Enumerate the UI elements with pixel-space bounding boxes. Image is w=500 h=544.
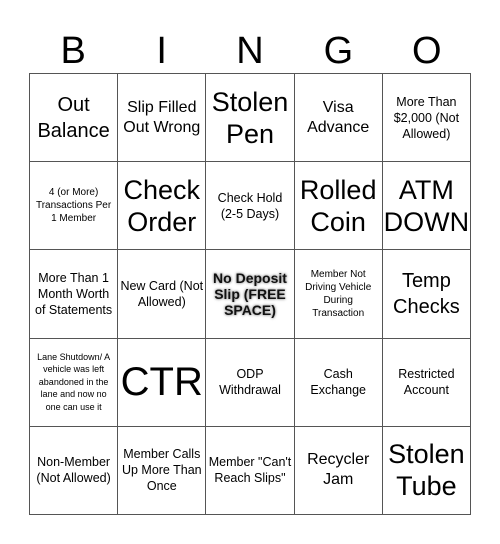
bingo-header: B I N G O [29,30,471,72]
free-space-cell[interactable]: No Deposit Slip (FREE SPACE) [206,250,295,339]
bingo-cell[interactable]: Check Order [118,162,207,251]
bingo-cell[interactable]: Rolled Coin [294,162,383,251]
header-letter-o: O [412,30,442,72]
bingo-cell[interactable]: Stolen Pen [206,74,295,163]
header-letter-g: G [323,30,354,72]
bingo-cell[interactable]: Temp Checks [382,250,471,339]
bingo-cell[interactable]: More Than $2,000 (Not Allowed) [382,74,471,163]
bingo-cell[interactable]: Lane Shutdown/ A vehicle was left abando… [30,338,119,427]
bingo-cell[interactable]: Stolen Tube [382,426,471,515]
bingo-cell[interactable]: CTR [118,338,207,427]
header-letter-i: I [156,30,167,72]
bingo-grid: Out Balance Slip Filled Out Wrong Stolen… [29,73,471,515]
bingo-cell[interactable]: More Than 1 Month Worth of Statements [30,250,119,339]
header-letter-n: N [236,30,264,72]
bingo-cell[interactable]: Visa Advance [294,74,383,163]
bingo-cell[interactable]: New Card (Not Allowed) [118,250,207,339]
bingo-cell[interactable]: Slip Filled Out Wrong [118,74,207,163]
bingo-cell[interactable]: Member Calls Up More Than Once [118,426,207,515]
bingo-cell[interactable]: Out Balance [30,74,119,163]
header-letter-b: B [60,30,86,72]
bingo-cell[interactable]: 4 (or More) Transactions Per 1 Member [30,162,119,251]
bingo-cell[interactable]: ODP Withdrawal [206,338,295,427]
bingo-cell[interactable]: Member "Can't Reach Slips" [206,426,295,515]
bingo-cell[interactable]: Cash Exchange [294,338,383,427]
bingo-cell[interactable]: ATM DOWN [382,162,471,251]
bingo-cell[interactable]: Check Hold (2-5 Days) [206,162,295,251]
bingo-cell[interactable]: Recycler Jam [294,426,383,515]
bingo-cell[interactable]: Non-Member (Not Allowed) [30,426,119,515]
bingo-cell[interactable]: Restricted Account [382,338,471,427]
bingo-cell[interactable]: Member Not Driving Vehicle During Transa… [294,250,383,339]
